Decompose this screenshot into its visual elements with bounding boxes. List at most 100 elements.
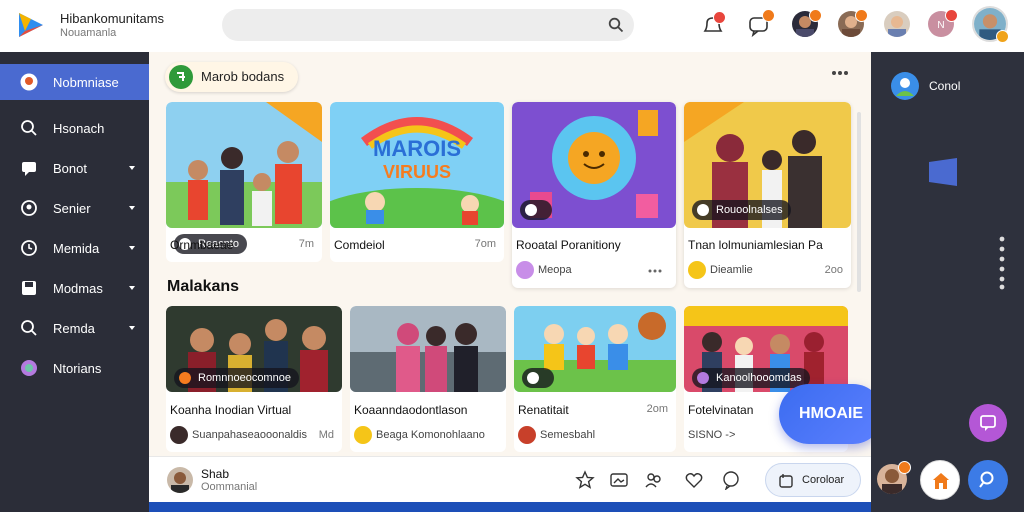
more-options-icon[interactable] (831, 70, 849, 76)
chat-icon (22, 162, 36, 176)
brand: Hibankomunitams Nouamanla (60, 11, 164, 40)
search-icon (979, 471, 994, 488)
card-title: Fotelvinatan (688, 403, 754, 417)
home-button[interactable] (920, 460, 960, 500)
card-thumbnail[interactable] (166, 102, 322, 228)
sidebar-item-chat[interactable]: Bonot (0, 150, 149, 186)
content-card[interactable]: Rouoolnalses Tnan lolmuniamlesian Pa Die… (684, 102, 851, 288)
card-title: Koanha Inodian Virtual (170, 403, 292, 417)
comment-icon[interactable] (721, 470, 741, 490)
card-subtitle: Beaga Komonohlaano (376, 429, 485, 441)
people-icon[interactable] (644, 470, 664, 490)
card-thumbnail[interactable] (350, 306, 506, 392)
chevron-down-icon[interactable] (127, 163, 137, 173)
group-icon (21, 200, 37, 216)
card-meta: 7m (298, 238, 314, 250)
sidebar-item-community[interactable]: Nobmniase (0, 64, 149, 100)
card-title: Comdeiol (334, 238, 385, 252)
content-card[interactable]: Reacnto Ornmbaeae 7m (166, 102, 322, 262)
content-card[interactable]: Koaanndaodontlason Beaga Komonohlaano (350, 306, 506, 452)
chevron-down-icon[interactable] (127, 283, 137, 293)
card-tag: Rouoolnalses (692, 200, 791, 220)
notification-badge (713, 11, 726, 24)
content-card[interactable]: Rooatal Poranitiony Meopa (512, 102, 676, 288)
account-icon[interactable] (891, 72, 919, 100)
sidebar-item-label: Nobmniase (53, 75, 119, 90)
content-card[interactable]: MAROIS VIRUUS Comdeiol 7om (330, 102, 504, 262)
sidebar-item-label: Remda (53, 321, 95, 336)
bottom-bar: Shab Oommanial Coroloar (149, 456, 871, 502)
chevron-down-icon[interactable] (127, 203, 137, 213)
star-icon[interactable] (575, 470, 595, 490)
channel-avatar[interactable] (518, 426, 536, 444)
card-tag (522, 368, 554, 388)
community-icon (20, 73, 38, 91)
app-logo-icon[interactable] (16, 10, 46, 40)
chat-assist-button[interactable] (969, 404, 1007, 442)
top-bar: Hibankomunitams Nouamanla N (0, 0, 1024, 52)
chevron-down-icon[interactable] (127, 323, 137, 333)
user-role: Oommanial (201, 481, 258, 493)
search-icon (21, 120, 37, 136)
profile-badge (996, 30, 1009, 43)
family-scene-image (166, 102, 322, 228)
channel-avatar[interactable] (516, 261, 534, 279)
home-icon (933, 473, 949, 489)
user-name: Shab (201, 467, 230, 481)
beach-scene-image (350, 306, 506, 392)
heart-icon[interactable] (684, 470, 704, 490)
message-badge (762, 9, 775, 22)
channel-avatar[interactable] (354, 426, 372, 444)
avatar[interactable] (884, 11, 910, 37)
screen-icon[interactable] (929, 158, 957, 186)
play-icon (525, 204, 537, 216)
save-icon (22, 281, 36, 295)
svg-text:N: N (937, 20, 944, 31)
card-title: Rooatal Poranitiony (516, 238, 621, 252)
sidebar-item-saved[interactable]: Modmas (0, 270, 149, 306)
brand-title: Hibankomunitams (60, 11, 165, 26)
play-icon (697, 204, 709, 216)
assistant-button[interactable] (968, 460, 1008, 500)
sidebar-item-group[interactable]: Senier (0, 190, 149, 226)
more-options-icon[interactable] (648, 269, 662, 273)
chat-icon (980, 415, 996, 431)
content-card[interactable]: Romnnoeocomnoe Koanha Inodian Virtual Su… (166, 306, 342, 452)
play-icon (527, 372, 539, 384)
create-button[interactable]: Coroloar (765, 463, 861, 497)
cartoon-logo-line2: VIRUUS (383, 162, 451, 182)
sidebar-item-media[interactable]: Memida (0, 230, 149, 266)
channel-avatar[interactable] (688, 261, 706, 279)
section-title: Malakans (167, 278, 240, 295)
gallery-icon[interactable] (609, 470, 629, 490)
card-tag: Romnnoeocomnoe (174, 368, 299, 388)
avatar-badge (809, 9, 822, 22)
chevron-down-icon[interactable] (127, 243, 137, 253)
sidebar-item-label: Ntorians (53, 361, 102, 376)
avatar-badge (855, 9, 868, 22)
search-icon[interactable] (608, 17, 624, 33)
card-tag-label: Rouoolnalses (716, 204, 783, 216)
content-card[interactable]: Renatitait 2om Semesbahl (514, 306, 676, 452)
search-input[interactable] (222, 9, 634, 41)
card-subtitle: Semesbahl (540, 429, 596, 441)
account-label: Conol (929, 79, 961, 93)
avatar-badge (945, 9, 958, 22)
bottom-accent-strip (149, 502, 871, 512)
card-thumbnail[interactable]: MAROIS VIRUUS (330, 102, 504, 228)
user-avatar[interactable] (167, 467, 193, 493)
card-title: Renatitait (518, 403, 569, 417)
sidebar-item-find[interactable]: Remda (0, 310, 149, 346)
sidebar-item-label: Modmas (53, 281, 103, 296)
channel-avatar[interactable] (170, 426, 188, 444)
channel-chip[interactable]: Marob bodans (165, 62, 299, 92)
floating-action-button[interactable]: HMOAIE (779, 384, 883, 444)
card-subtitle: Meopa (538, 264, 572, 276)
sidebar-item-globe[interactable]: Ntorians (0, 350, 149, 386)
main-content: Marob bodans Reacnto Ornmbaeae 7m MAROIS (149, 52, 871, 456)
vertical-dots-icon[interactable] (999, 236, 1005, 290)
scrollbar[interactable] (857, 112, 861, 292)
sidebar-item-search[interactable]: Hsonach (0, 110, 149, 146)
avatar-badge (898, 461, 911, 474)
sidebar-item-label: Hsonach (53, 121, 105, 136)
